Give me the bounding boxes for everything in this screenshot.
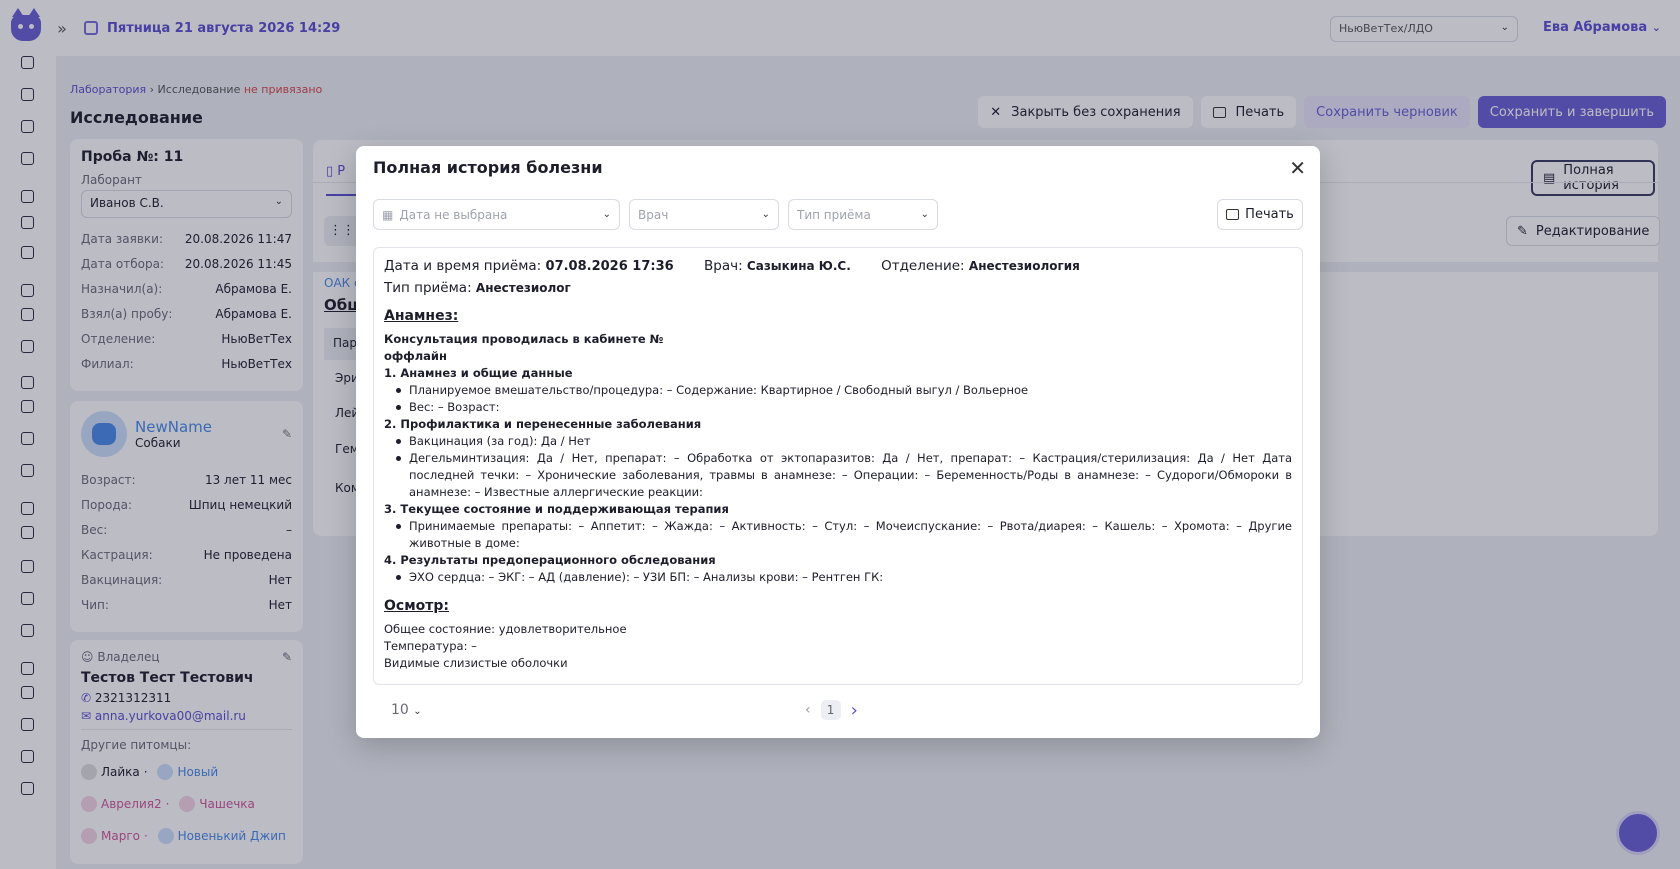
date-filter[interactable]: ▦ Дата не выбрана ⌄	[373, 199, 620, 230]
full-history-modal: Полная история болезни ✕ ▦ Дата не выбран…	[356, 146, 1320, 738]
doctor-filter[interactable]: Врач ⌄	[629, 199, 779, 230]
chevron-down-icon: ⌄	[761, 209, 770, 220]
printer-icon	[1226, 209, 1240, 220]
chevron-down-icon: ⌄	[413, 706, 422, 717]
anamnesis-heading: Анамнез:	[384, 308, 459, 324]
visit-type-filter[interactable]: Тип приёма ⌄	[788, 199, 938, 230]
exam-heading: Осмотр:	[384, 598, 449, 614]
page-size-select[interactable]: 10 ⌄	[391, 702, 422, 718]
history-record[interactable]: Дата и время приёма: 07.08.2026 17:36 Вр…	[373, 247, 1303, 685]
calendar-icon: ▦	[382, 207, 394, 222]
pagination: 10 ⌄ ‹ 1 ›	[373, 693, 1303, 727]
close-icon[interactable]: ✕	[1289, 156, 1306, 180]
chevron-down-icon: ⌄	[920, 209, 929, 220]
modal-print-button[interactable]: Печать	[1217, 199, 1303, 230]
current-page[interactable]: 1	[820, 700, 841, 720]
next-page-icon[interactable]: ›	[851, 700, 858, 721]
modal-title: Полная история болезни	[373, 158, 603, 177]
history-filters: ▦ Дата не выбрана ⌄ Врач ⌄ Тип приёма ⌄	[373, 199, 938, 230]
prev-page-icon[interactable]: ‹	[805, 702, 811, 718]
chevron-down-icon: ⌄	[602, 209, 611, 220]
